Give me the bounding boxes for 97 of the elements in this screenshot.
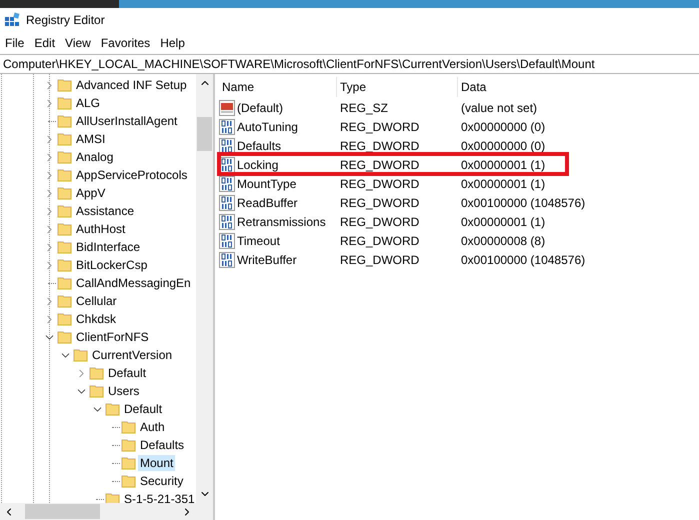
horizontal-scrollbar[interactable] (0, 503, 213, 520)
folder-icon (121, 455, 137, 471)
value-name[interactable]: Retransmissions (237, 214, 326, 228)
folder-icon (121, 473, 137, 489)
tree-item[interactable]: ALG (74, 95, 102, 111)
folder-icon (57, 167, 73, 183)
folder-icon (121, 437, 137, 453)
folder-icon (57, 203, 73, 219)
binary-value-icon (219, 252, 235, 268)
value-data: 0x00000001 (1) (460, 214, 546, 228)
string-value-icon (219, 100, 235, 116)
value-name[interactable]: Defaults (237, 138, 282, 152)
folder-icon (57, 275, 73, 291)
folder-icon (57, 77, 73, 93)
vertical-scrollbar[interactable] (196, 74, 213, 503)
value-name[interactable]: MountType (237, 176, 296, 190)
tree-item[interactable]: AppServiceProtocols (74, 167, 190, 183)
tree-item[interactable]: Default (106, 365, 148, 381)
tree-item[interactable]: Assistance (74, 203, 136, 219)
folder-icon (57, 329, 73, 345)
value-data: 0x00000008 (8) (460, 234, 546, 248)
tree-item[interactable]: S-1-5-21-351 (122, 491, 196, 503)
column-header[interactable]: Data (458, 77, 699, 97)
tree-item[interactable]: Default (122, 401, 164, 417)
scroll-thumb[interactable] (197, 117, 212, 151)
value-data: (value not set) (460, 100, 538, 114)
value-data: 0x00000000 (0) (460, 138, 546, 152)
tree-item[interactable]: Auth (138, 419, 167, 435)
value-data: 0x00000000 (0) (460, 120, 546, 134)
folder-icon (57, 113, 73, 129)
tree-item[interactable]: Defaults (138, 437, 186, 453)
binary-value-icon (219, 194, 235, 210)
tree-item[interactable]: AMSI (74, 131, 108, 147)
column-header[interactable]: Type (337, 77, 458, 97)
value-name[interactable]: ReadBuffer (237, 196, 298, 210)
window-title: Registry Editor (26, 13, 105, 27)
value-type: REG_DWORD (339, 158, 420, 172)
value-type: REG_DWORD (339, 234, 420, 248)
tree-item[interactable]: AppV (74, 185, 108, 201)
tree-item[interactable]: ClientForNFS (74, 329, 151, 345)
binary-value-icon (219, 214, 235, 230)
folder-icon (73, 347, 89, 363)
folder-icon (57, 257, 73, 273)
tree-item[interactable]: Mount (138, 455, 176, 471)
value-type: REG_DWORD (339, 138, 420, 152)
value-type: REG_DWORD (339, 176, 420, 190)
binary-value-icon (219, 232, 235, 248)
value-name[interactable]: AutoTuning (237, 120, 298, 134)
tree-item[interactable]: AuthHost (74, 221, 128, 237)
column-header[interactable]: Name (219, 77, 337, 97)
value-data: 0x00100000 (1048576) (460, 252, 586, 266)
binary-value-icon (219, 118, 235, 134)
folder-icon (57, 239, 73, 255)
scroll-thumb[interactable] (25, 504, 100, 519)
value-name[interactable]: (Default) (237, 100, 284, 114)
tree-item[interactable]: CurrentVersion (90, 347, 174, 363)
binary-value-icon (219, 176, 235, 192)
value-type: REG_SZ (339, 100, 390, 114)
value-name[interactable]: Locking (237, 158, 278, 172)
folder-icon (105, 401, 121, 417)
menu-item[interactable]: File (0, 33, 30, 53)
tree-item[interactable]: Advanced INF Setup (74, 77, 189, 93)
tree-item[interactable]: Security (138, 473, 186, 489)
value-type: REG_DWORD (339, 252, 420, 266)
folder-icon (57, 293, 73, 309)
value-type: REG_DWORD (339, 120, 420, 134)
tree-item[interactable]: Analog (74, 149, 116, 165)
value-type: REG_DWORD (339, 214, 420, 228)
folder-icon (57, 311, 73, 327)
value-data: 0x00100000 (1048576) (460, 196, 586, 210)
value-data: 0x00000001 (1) (460, 158, 546, 172)
tree-item[interactable]: Chkdsk (74, 311, 118, 327)
folder-icon (57, 185, 73, 201)
folder-icon (57, 149, 73, 165)
menu-item[interactable]: View (60, 33, 96, 53)
menu-item[interactable]: Edit (29, 33, 60, 53)
folder-icon (89, 383, 105, 399)
binary-value-icon (219, 138, 235, 154)
tree-item[interactable]: BitLockerCsp (74, 257, 150, 273)
tree-item[interactable]: CallAndMessagingEn (74, 275, 193, 291)
tree-item[interactable]: AllUserInstallAgent (74, 113, 180, 129)
folder-icon (57, 221, 73, 237)
tree-item[interactable]: BidInterface (74, 239, 142, 255)
folder-icon (57, 131, 73, 147)
tree-item[interactable]: Users (106, 383, 142, 399)
folder-icon (89, 365, 105, 381)
value-type: REG_DWORD (339, 196, 420, 210)
value-data: 0x00000001 (1) (460, 176, 546, 190)
tree-item[interactable]: Cellular (74, 293, 119, 309)
menu-item[interactable]: Favorites (96, 33, 156, 53)
value-name[interactable]: Timeout (237, 234, 280, 248)
registry-icon (4, 12, 20, 28)
menu-item[interactable]: Help (155, 33, 190, 53)
folder-icon (57, 95, 73, 111)
value-name[interactable]: WriteBuffer (237, 252, 297, 266)
address-bar[interactable]: Computer\HKEY_LOCAL_MACHINE\SOFTWARE\Microsoft\ClientForNFS\CurrentVersion\Users\Default\Mount (0, 54, 699, 74)
folder-icon (121, 419, 137, 435)
